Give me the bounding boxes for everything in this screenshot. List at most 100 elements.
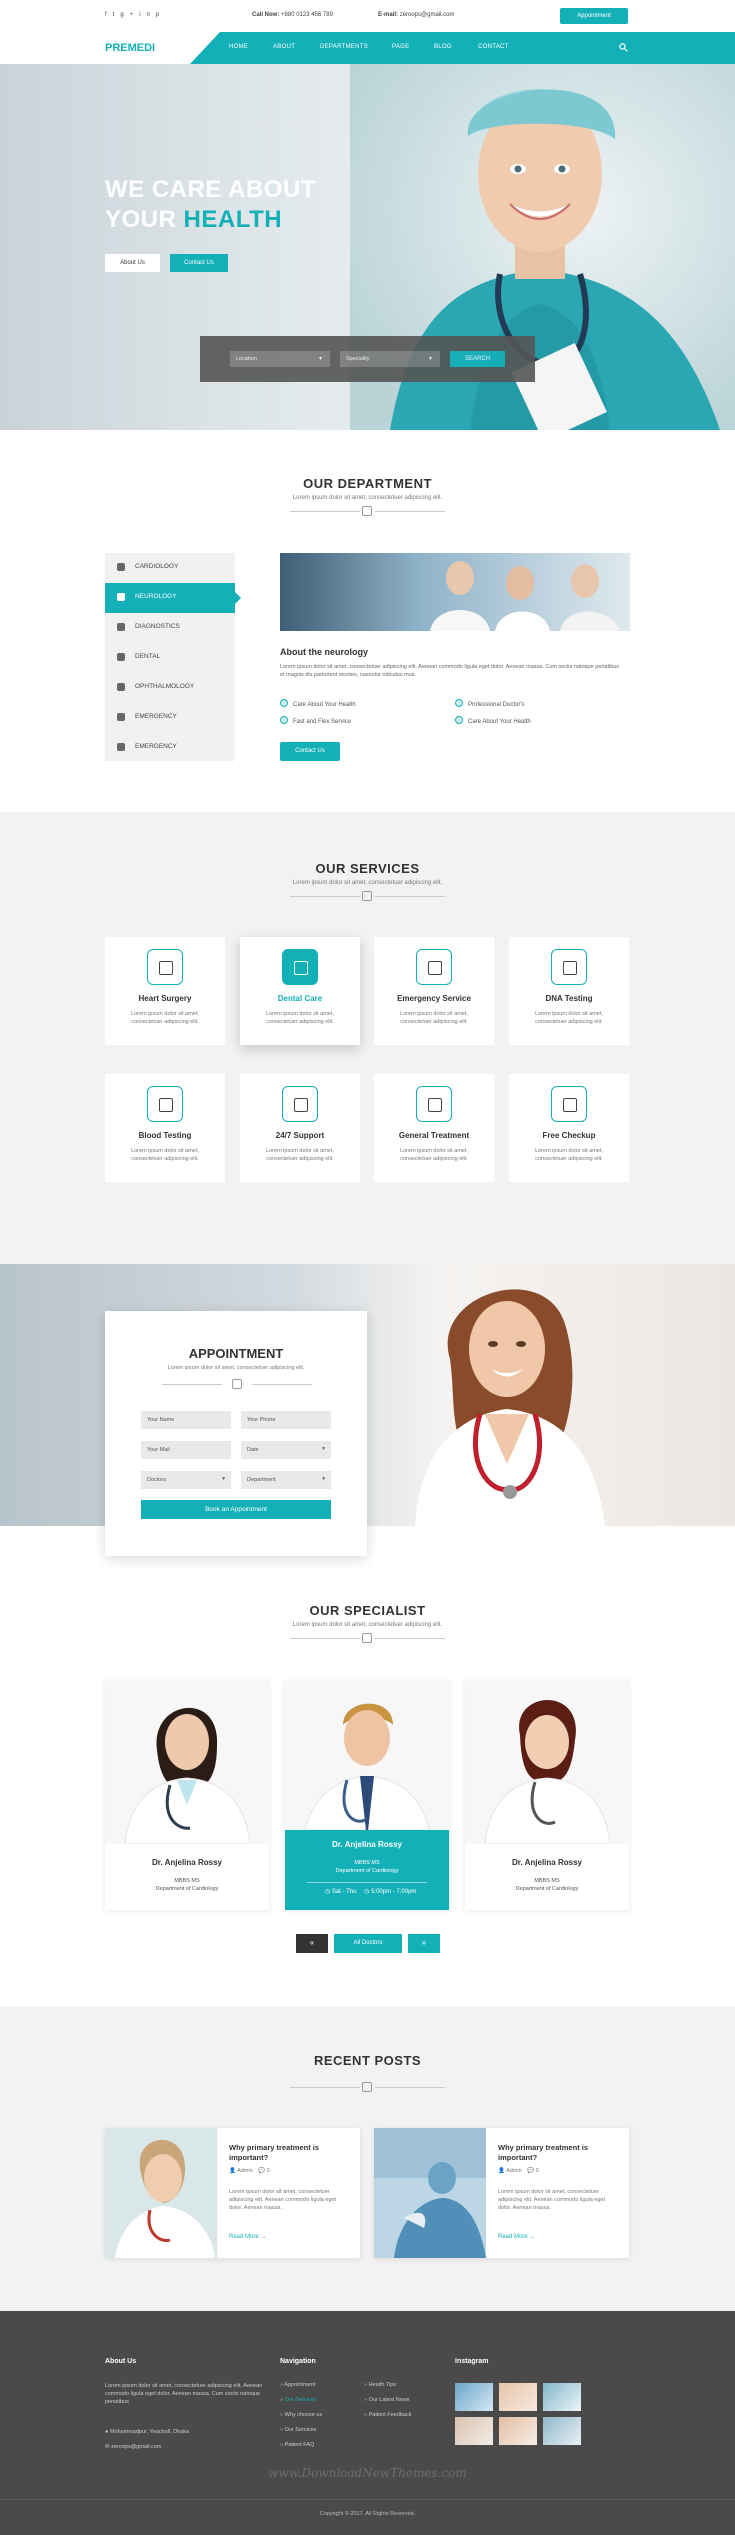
appointment-button[interactable]: Appointment: [560, 8, 628, 24]
doctor-name: Dr. Anjelina Rossy: [512, 1858, 582, 1867]
department-divider: [0, 506, 735, 516]
speciality-select[interactable]: Speciality: [340, 351, 440, 367]
diagnostics-icon: [117, 623, 125, 631]
appointment-subtitle: Lorem ipsum dolor sit amet, consectetuer…: [167, 1365, 305, 1371]
date-input[interactable]: Date ▾: [241, 1441, 331, 1459]
search-icon[interactable]: [619, 43, 628, 52]
logo[interactable]: PREMEDI: [105, 42, 155, 54]
footer-link[interactable]: Health Tips: [364, 2382, 397, 2388]
footer-link[interactable]: Patient FAQ: [280, 2442, 315, 2448]
next-doctor-button[interactable]: »: [408, 1934, 440, 1953]
service-title: DNA Testing: [545, 994, 593, 1003]
service-card-dental-care[interactable]: Dental Care Lorem ipsum dolor sit amet, c…: [240, 937, 360, 1045]
post-title[interactable]: Why primary treatment is important?: [498, 2143, 618, 2163]
doctor-card[interactable]: Dr. Anjelina Rossy MBBS MS Department of…: [105, 1680, 269, 1910]
dept-ophthalmology[interactable]: OPHTHALMOLOGY: [105, 673, 235, 703]
schedule-hours: 5:00pm - 7:00pm: [371, 1889, 417, 1895]
doctor-photo: [285, 1680, 449, 1844]
dept-contact-button[interactable]: Contact Us: [280, 742, 340, 761]
service-card-general-treatment[interactable]: General Treatment Lorem ipsum dolor sit a…: [374, 1074, 494, 1182]
clock-icon: ◷: [325, 1889, 332, 1895]
footer-link[interactable]: Appointment: [280, 2382, 315, 2388]
doctor-card[interactable]: Dr. Anjelina Rossy MBBS MS Department of…: [465, 1680, 629, 1910]
call-label: Call Now:: [252, 12, 280, 18]
read-more-link[interactable]: Read More →: [229, 2234, 266, 2240]
nav-departments[interactable]: DEPARTMENTS: [320, 44, 368, 50]
footer-link[interactable]: Our Services: [280, 2397, 317, 2403]
instagram-thumb[interactable]: [455, 2383, 493, 2411]
instagram-thumb[interactable]: [499, 2383, 537, 2411]
service-card-blood-testing[interactable]: Blood Testing Lorem ipsum dolor sit amet,…: [105, 1074, 225, 1182]
footer-link[interactable]: Why choose us: [280, 2412, 323, 2418]
doctor-degree: MBBS MS: [534, 1878, 560, 1884]
post-title[interactable]: Why primary treatment is important?: [229, 2143, 349, 2163]
copyright: Copyright © 2017. All Rights Reserved.: [319, 2511, 416, 2517]
dept-item-label: CARDIOLOGY: [135, 563, 179, 570]
read-more-link[interactable]: Read More →: [498, 2234, 535, 2240]
facebook-icon[interactable]: f: [105, 12, 113, 18]
mail-input[interactable]: Your Mail: [141, 1441, 231, 1459]
service-card-heart-surgery[interactable]: Heart Surgery Lorem ipsum dolor sit amet,…: [105, 937, 225, 1045]
post-meta: 👤 Admin 💬 0: [498, 2168, 539, 2174]
stethoscope-icon: [362, 1633, 372, 1643]
about-us-button[interactable]: About Us: [105, 254, 160, 272]
hero-title-your: YOUR: [105, 206, 184, 233]
footer-link[interactable]: Our Latest News: [364, 2397, 410, 2403]
check-item: Fast and Flex Service: [280, 716, 351, 725]
nav-contact[interactable]: CONTACT: [478, 44, 509, 50]
post-card[interactable]: Why primary treatment is important? 👤 Ad…: [374, 2128, 629, 2258]
post-card[interactable]: Why primary treatment is important? 👤 Ad…: [105, 2128, 360, 2258]
service-card-emergency[interactable]: Emergency Service Lorem ipsum dolor sit a…: [374, 937, 494, 1045]
dept-emergency[interactable]: EMERGENCY: [105, 703, 235, 733]
check-item: Professional Doctor's: [455, 699, 525, 708]
dept-cardiology[interactable]: CARDIOLOGY: [105, 553, 235, 583]
post-author: Admin: [506, 2168, 522, 2174]
service-desc: Lorem ipsum dolor sit amet, consectetuer…: [400, 1011, 468, 1025]
posts-title: RECENT POSTS: [313, 2053, 422, 2068]
instagram-thumb[interactable]: [455, 2417, 493, 2445]
service-card-support[interactable]: 24/7 Support Lorem ipsum dolor sit amet, …: [240, 1074, 360, 1182]
all-doctors-button[interactable]: All Doctors: [334, 1934, 402, 1953]
dept-dental[interactable]: DENTAL: [105, 643, 235, 673]
top-bar: ftg+inp Call Now: +880 0123 456 789 E-ma…: [0, 0, 735, 32]
dept-content-text: Lorem ipsum dolor sit amet, consectetuer…: [280, 664, 620, 678]
nav-blog[interactable]: BLOG: [434, 44, 452, 50]
footer-link[interactable]: Patient Feedback: [364, 2412, 412, 2418]
service-card-dna-testing[interactable]: DNA Testing Lorem ipsum dolor sit amet, c…: [509, 937, 629, 1045]
contact-us-button[interactable]: Contact Us: [170, 254, 228, 272]
phone-input[interactable]: Your Phone: [241, 1411, 331, 1429]
search-button[interactable]: SEARCH: [450, 351, 505, 367]
service-title: Free Checkup: [542, 1131, 596, 1140]
footer-nav-title: Navigation: [280, 2358, 316, 2365]
doctors-select[interactable]: Doctors ▾: [141, 1471, 231, 1489]
service-title: Blood Testing: [138, 1131, 192, 1140]
post-image: [105, 2128, 217, 2258]
footer-address: ● Mohammadpur, Yeachall, Dhaka: [105, 2428, 189, 2436]
service-title: Emergency Service: [397, 994, 471, 1003]
footer-link[interactable]: Our Services: [280, 2427, 317, 2433]
name-input[interactable]: Your Name: [141, 1411, 231, 1429]
google-plus-icon[interactable]: g+: [120, 12, 139, 18]
location-select[interactable]: Location: [230, 351, 330, 367]
dept-diagnostics[interactable]: DIAGNOSTICS: [105, 613, 235, 643]
dept-neurology[interactable]: NEUROLOGY: [105, 583, 241, 613]
instagram-thumb[interactable]: [543, 2383, 581, 2411]
nav-home[interactable]: HOME: [229, 44, 248, 50]
pinterest-icon[interactable]: p: [156, 12, 165, 18]
check-item: Care About Your Health: [455, 716, 531, 725]
doctor-card-featured[interactable]: Dr. Anjelina Rossy MBBS MS Department of…: [285, 1680, 449, 1910]
instagram-thumb[interactable]: [543, 2417, 581, 2445]
nav-about[interactable]: ABOUT: [273, 44, 295, 50]
prev-doctor-button[interactable]: «: [296, 1934, 328, 1953]
nav-page[interactable]: PAGE: [392, 44, 409, 50]
social-icons[interactable]: ftg+inp: [105, 12, 165, 18]
linkedin-icon[interactable]: in: [139, 12, 156, 18]
dept-emergency-2[interactable]: EMERGENCY: [105, 733, 235, 763]
comment-icon: 💬: [527, 2168, 536, 2174]
instagram-thumb[interactable]: [499, 2417, 537, 2445]
service-card-free-checkup[interactable]: Free Checkup Lorem ipsum dolor sit amet, …: [509, 1074, 629, 1182]
book-appointment-button[interactable]: Book an Appointment: [141, 1500, 331, 1519]
footer-email[interactable]: ✉ zeroops@gmail.com: [105, 2443, 161, 2451]
footer: About Us Lorem ipsum dolor sit amet, con…: [0, 2311, 735, 2535]
department-select[interactable]: Department ▾: [241, 1471, 331, 1489]
